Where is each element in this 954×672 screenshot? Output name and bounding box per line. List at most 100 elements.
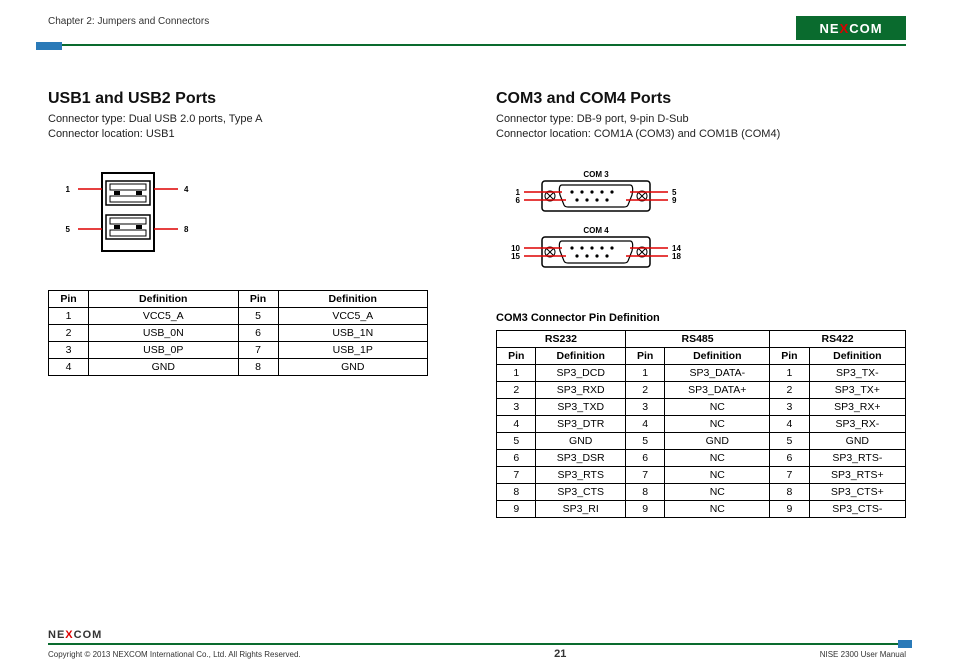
table-cell: SP3_RXD (536, 381, 625, 398)
table-cell: VCC5_A (89, 307, 239, 324)
table-cell: SP3_TX+ (809, 381, 905, 398)
col-pin: Pin (770, 347, 809, 364)
table-row: 6SP3_DSR6NC6SP3_RTS- (497, 449, 906, 466)
table-cell: SP3_DATA+ (665, 381, 770, 398)
table-cell: 7 (625, 466, 664, 483)
right-column: COM3 and COM4 Ports Connector type: DB-9… (496, 90, 906, 518)
usb-table-body: 1VCC5_A5VCC5_A2USB_0N6USB_1N3USB_0P7USB_… (49, 307, 428, 375)
table-cell: 3 (497, 398, 536, 415)
table-row: 3USB_0P7USB_1P (49, 341, 428, 358)
copyright-text: Copyright © 2013 NEXCOM International Co… (48, 650, 301, 659)
table-cell: 4 (625, 415, 664, 432)
header-rule (48, 44, 906, 46)
usb-pin-table: Pin Definition Pin Definition 1VCC5_A5VC… (48, 290, 428, 376)
table-cell: SP3_RTS (536, 466, 625, 483)
table-header-row: Pin Definition Pin Definition (49, 290, 428, 307)
table-cell: GND (89, 358, 239, 375)
table-cell: 2 (49, 324, 89, 341)
table-cell: 7 (497, 466, 536, 483)
table-row: 2SP3_RXD2SP3_DATA+2SP3_TX+ (497, 381, 906, 398)
com-connector-type: Connector type: DB-9 port, 9-pin D-Sub (496, 112, 906, 127)
col-pin: Pin (49, 290, 89, 307)
usb-connector-type: Connector type: Dual USB 2.0 ports, Type… (48, 112, 456, 127)
table-cell: 5 (625, 432, 664, 449)
table-cell: NC (665, 449, 770, 466)
table-cell: 8 (238, 358, 278, 375)
table-cell: SP3_RTS+ (809, 466, 905, 483)
table-cell: 8 (497, 483, 536, 500)
table-cell: SP3_RX- (809, 415, 905, 432)
table-cell: 7 (238, 341, 278, 358)
usb-pin-label: 4 (184, 185, 189, 194)
group-rs422: RS422 (770, 330, 906, 347)
com-meta: Connector type: DB-9 port, 9-pin D-Sub C… (496, 112, 906, 143)
table-row: 5GND5GND5GND (497, 432, 906, 449)
table-cell: SP3_DATA- (665, 364, 770, 381)
col-def: Definition (665, 347, 770, 364)
content-columns: USB1 and USB2 Ports Connector type: Dual… (48, 90, 906, 518)
table-cell: 6 (497, 449, 536, 466)
com3-table-heading: COM3 Connector Pin Definition (496, 312, 906, 324)
table-row: 3SP3_TXD3NC3SP3_RX+ (497, 398, 906, 415)
col-pin: Pin (497, 347, 536, 364)
table-cell: 9 (625, 500, 664, 517)
table-row: 1SP3_DCD1SP3_DATA-1SP3_TX- (497, 364, 906, 381)
page-header: Chapter 2: Jumpers and Connectors NEXCOM (48, 16, 906, 40)
page-number: 21 (554, 648, 566, 660)
table-cell: 5 (770, 432, 809, 449)
group-rs232: RS232 (497, 330, 626, 347)
group-rs485: RS485 (625, 330, 769, 347)
table-cell: 2 (497, 381, 536, 398)
table-cell: SP3_RX+ (809, 398, 905, 415)
table-cell: NC (665, 415, 770, 432)
table-cell: 4 (497, 415, 536, 432)
table-cell: 3 (625, 398, 664, 415)
table-cell: SP3_TX- (809, 364, 905, 381)
table-cell: SP3_CTS+ (809, 483, 905, 500)
brand-x: X (840, 21, 850, 36)
table-cell: 6 (770, 449, 809, 466)
table-cell: 1 (497, 364, 536, 381)
com-pin-label: 18 (672, 252, 681, 261)
table-cell: 6 (238, 324, 278, 341)
table-cell: NC (665, 483, 770, 500)
com4-label: COM 4 (583, 226, 609, 235)
footer-logo: NEXCOM (48, 627, 118, 643)
table-cell: GND (536, 432, 625, 449)
table-cell: 7 (770, 466, 809, 483)
col-def: Definition (536, 347, 625, 364)
table-cell: SP3_DSR (536, 449, 625, 466)
usb-pin-label: 1 (66, 185, 71, 194)
usb-diagram: 1 4 5 8 (48, 167, 456, 262)
table-cell: NC (665, 500, 770, 517)
table-cell: 3 (770, 398, 809, 415)
table-cell: NC (665, 466, 770, 483)
table-cell: 8 (770, 483, 809, 500)
table-cell: SP3_DCD (536, 364, 625, 381)
com-pin-label: 6 (516, 196, 521, 205)
table-cell: 9 (770, 500, 809, 517)
com-diagram: COM 3 1 6 5 9 C (496, 167, 906, 292)
page-footer: NEXCOM Copyright © 2013 NEXCOM Internati… (48, 627, 906, 660)
table-cell: SP3_CTS- (809, 500, 905, 517)
table-cell: VCC5_A (278, 307, 428, 324)
com3-label: COM 3 (583, 170, 609, 179)
table-cell: SP3_RTS- (809, 449, 905, 466)
table-cell: 1 (49, 307, 89, 324)
brand-pre: NE (819, 21, 839, 36)
table-row: 1VCC5_A5VCC5_A (49, 307, 428, 324)
table-cell: SP3_RI (536, 500, 625, 517)
col-pin: Pin (238, 290, 278, 307)
table-row: 9SP3_RI9NC9SP3_CTS- (497, 500, 906, 517)
com-section-title: COM3 and COM4 Ports (496, 90, 906, 108)
table-cell: 3 (49, 341, 89, 358)
table-row: 4GND8GND (49, 358, 428, 375)
usb-section-title: USB1 and USB2 Ports (48, 90, 456, 108)
table-cell: 8 (625, 483, 664, 500)
usb-connector-location: Connector location: USB1 (48, 127, 456, 142)
table-cell: 2 (625, 381, 664, 398)
table-row: 7SP3_RTS7NC7SP3_RTS+ (497, 466, 906, 483)
table-cell: 4 (770, 415, 809, 432)
com-table-body: 1SP3_DCD1SP3_DATA-1SP3_TX-2SP3_RXD2SP3_D… (497, 364, 906, 517)
brand-post: COM (74, 629, 103, 641)
